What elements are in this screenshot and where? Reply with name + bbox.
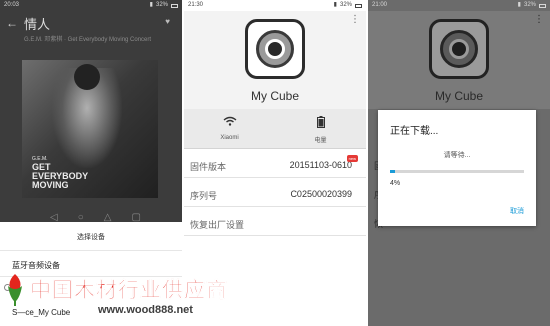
factory-reset-row[interactable]: 恢复出厂设置: [184, 208, 366, 236]
battery-level-icon: [275, 116, 366, 131]
tab-wifi[interactable]: Xiaomi: [184, 109, 275, 149]
sheet-title: 选择设备: [77, 234, 105, 241]
tab-wifi-label: Xiaomi: [220, 135, 239, 141]
player-header: ← 情人 G.E.M. 邓紫棋 · Get Everybody Moving C…: [6, 12, 176, 48]
dialog-title: 正在下载...: [390, 126, 439, 137]
leaf-logo-icon: [2, 272, 28, 308]
signal-icon: ▮: [333, 2, 337, 8]
device-header: ⋮ My Cube: [184, 11, 366, 109]
cube-device-icon: [429, 19, 489, 79]
signal-icon: ▮: [517, 2, 521, 8]
status-bar: 21:30 ▮ 32%: [184, 0, 366, 11]
watermark: 中国木材行业供应商 www.wood888.net: [2, 270, 262, 320]
signal-icon: ▮: [149, 2, 153, 8]
cube-ring: [256, 30, 294, 68]
watermark-url: www.wood888.net: [98, 304, 193, 316]
device-name: My Cube: [434, 89, 484, 103]
status-time: 21:00: [372, 2, 388, 8]
album-title-line: MOVING: [32, 180, 69, 190]
progress-percent: 4%: [390, 180, 401, 187]
dialog-message: 请等待...: [443, 152, 471, 159]
status-bar: 21:00 ▮ 32%: [368, 0, 550, 11]
status-time: 21:30: [188, 2, 204, 8]
song-subtitle: G.E.M. 邓紫棋 · Get Everybody Moving Concer…: [24, 37, 152, 43]
factory-reset-label: 恢复出厂设置: [190, 220, 245, 230]
status-time: 20:03: [4, 2, 20, 8]
firmware-label: 固件版本: [190, 162, 227, 172]
divider: [0, 250, 182, 251]
tab-battery-label: 电量: [314, 138, 327, 144]
status-battery: 32%: [339, 2, 352, 8]
cube-ring-center: [449, 39, 469, 59]
serial-row: 序列号 C02500020399: [184, 179, 366, 207]
cube-device-icon: [245, 19, 305, 79]
status-battery: 32%: [523, 2, 536, 8]
watermark-company: 中国木材行业供应商: [30, 279, 228, 303]
progress-fill: [390, 170, 396, 173]
download-progress-bar: [390, 170, 524, 173]
cube-ring: [440, 30, 478, 68]
tab-battery[interactable]: 电量: [275, 109, 366, 149]
new-badge: new: [346, 155, 358, 162]
battery-icon: [539, 3, 546, 8]
download-dialog: 正在下载... 请等待... 4% 取消: [378, 110, 536, 226]
back-arrow-icon[interactable]: ←: [6, 16, 18, 30]
album-figure-head: [74, 64, 100, 90]
overflow-menu-icon: ⋮: [534, 14, 544, 25]
song-title: 情人: [24, 17, 51, 32]
favorite-icon[interactable]: ♥: [165, 17, 170, 26]
status-bar: 20:03 ▮ 32%: [0, 0, 182, 11]
firmware-value: 20151103-0610: [289, 160, 352, 170]
firmware-row[interactable]: 固件版本 20151103-0610 new: [184, 150, 366, 178]
device-header-dimmed: ⋮ My Cube: [368, 11, 550, 109]
battery-icon: [171, 3, 178, 8]
serial-value: C02500020399: [290, 189, 352, 199]
status-tabs: Xiaomi 电量: [184, 109, 366, 149]
status-battery: 32%: [155, 2, 168, 8]
wifi-icon: [184, 116, 275, 129]
firmware-download-screen: 21:00 ▮ 32% ⋮ My Cube 固 序 恢 正在下载... 请等待.…: [368, 0, 550, 326]
cube-ring-center: [265, 39, 285, 59]
battery-icon: [355, 3, 362, 8]
album-cover: G.E.M. GET EVERYBODY MOVING: [22, 60, 158, 198]
serial-label: 序列号: [190, 191, 218, 201]
overflow-menu-icon[interactable]: ⋮: [350, 14, 360, 25]
cancel-button[interactable]: 取消: [510, 206, 524, 216]
device-name: My Cube: [250, 89, 300, 103]
album-cover-text: G.E.M. GET EVERYBODY MOVING: [32, 156, 152, 190]
